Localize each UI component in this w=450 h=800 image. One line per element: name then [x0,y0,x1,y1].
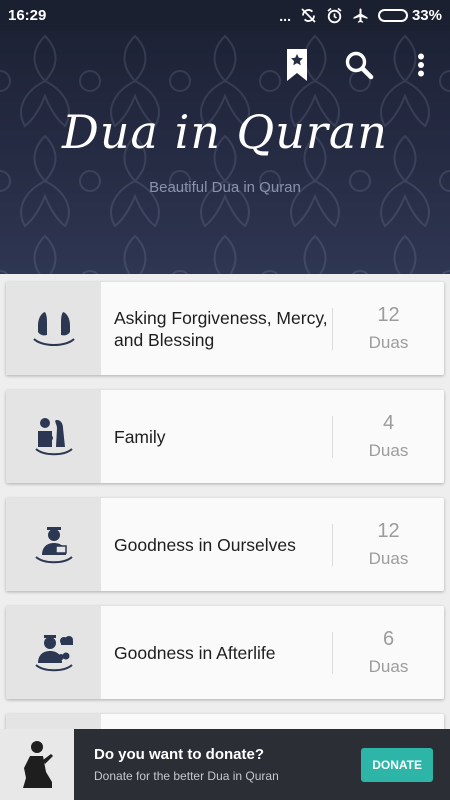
category-thumb [6,606,101,699]
praying-person-icon [23,740,53,788]
praying-hands-icon [32,311,75,346]
more-vert-icon [418,53,424,77]
status-bar: 16:29 ... 33% [0,0,450,31]
banner-title: Do you want to donate? [94,746,264,763]
banner-text: Do you want to donate? Donate for the be… [74,746,361,783]
app-header: Dua in Quran Beautiful Dua in Quran [0,31,450,274]
dua-count-unit: Duas [368,548,409,568]
dua-count-unit: Duas [368,656,409,676]
donate-banner: Do you want to donate? Donate for the be… [0,729,450,800]
dua-count-number: 12 [377,519,400,542]
search-icon [345,51,374,80]
dua-count-number: 6 [382,627,395,650]
category-thumb [6,390,101,483]
more-dots-icon: ... [279,7,291,24]
app-title: Dua in Quran [62,105,388,159]
category-card-family[interactable]: Family 4 Duas [6,390,444,483]
bookmark-icon [287,49,307,81]
battery-level: 33% [411,7,442,24]
dua-count: 12 Duas [333,302,444,356]
no-sync-icon [300,7,317,24]
category-label: Family [114,426,166,447]
category-thumb [6,282,101,375]
banner-thumb [0,729,74,800]
category-card-ourselves[interactable]: Goodness in Ourselves 12 Duas [6,498,444,591]
category-label: Goodness in Afterlife [114,642,276,663]
dua-count: 4 Duas [333,410,444,464]
category-label: Asking Forgiveness, Mercy, and Blessing [114,307,328,350]
man-in-heaven-icon [34,634,73,671]
man-reading-icon [34,526,73,563]
donate-button[interactable]: DONATE [361,747,433,782]
dua-count: 12 Duas [333,518,444,572]
search-button[interactable] [342,45,376,85]
app-subtitle: Beautiful Dua in Quran [149,179,301,196]
category-list: Asking Forgiveness, Mercy, and Blessing … [6,282,444,800]
category-card-afterlife[interactable]: Goodness in Afterlife 6 Duas [6,606,444,699]
banner-description: Donate for the better Dua in Quran [94,769,279,783]
airplane-mode-icon [352,7,369,24]
bookmark-button[interactable] [280,45,314,85]
dua-count-number: 4 [382,411,395,434]
dua-count-unit: Duas [368,332,409,352]
alarm-icon [326,7,343,24]
family-icon [34,417,73,455]
status-icons: ... 33% [279,7,442,24]
category-label: Goodness in Ourselves [114,534,296,555]
dua-count-unit: Duas [368,440,409,460]
category-thumb [6,498,101,591]
header-actions [280,45,438,85]
status-time: 16:29 [8,7,47,24]
battery-icon: 33% [377,7,442,24]
dua-count-number: 12 [377,303,400,326]
overflow-menu-button[interactable] [404,45,438,85]
dua-count: 6 Duas [333,626,444,680]
category-card-forgiveness[interactable]: Asking Forgiveness, Mercy, and Blessing … [6,282,444,375]
